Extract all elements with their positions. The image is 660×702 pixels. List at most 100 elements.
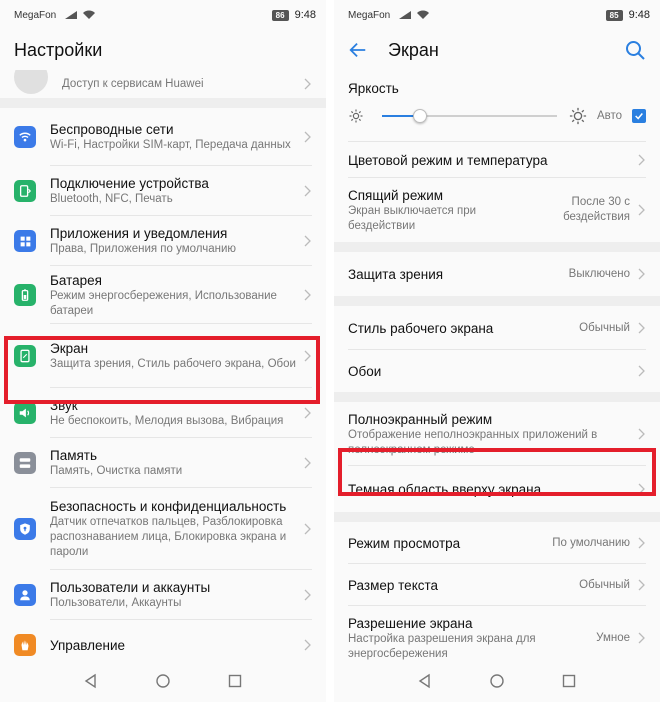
item-title: Безопасность и конфиденциальность bbox=[50, 499, 287, 514]
settings-item-management[interactable]: Управление bbox=[0, 620, 326, 660]
security-icon bbox=[14, 518, 36, 540]
chevron-right-icon bbox=[304, 523, 311, 535]
clock: 9:48 bbox=[294, 9, 316, 21]
item-subtitle: Пользователи, Аккаунты bbox=[50, 597, 182, 609]
item-value: По умолчанию bbox=[552, 536, 630, 549]
battery-icon bbox=[14, 284, 36, 306]
item-title: Режим просмотра bbox=[348, 535, 461, 551]
settings-item-wallpaper[interactable]: Обои bbox=[334, 350, 660, 392]
settings-item-display[interactable]: Экран Защита зрения, Стиль рабочего экран… bbox=[0, 324, 326, 388]
wifi-status-icon bbox=[417, 10, 430, 19]
battery-level: 85 bbox=[605, 9, 623, 21]
item-title: Приложения и уведомления bbox=[50, 226, 228, 241]
item-subtitle: Не беспокоить, Мелодия вызова, Вибрация bbox=[50, 415, 284, 427]
item-value: Выключено bbox=[568, 267, 630, 280]
settings-screen: MegaFon 86 9:48 Настройки Доступ к серви… bbox=[0, 0, 326, 702]
item-title: Темная область вверху экрана bbox=[348, 481, 542, 497]
sound-icon bbox=[14, 402, 36, 424]
chevron-right-icon bbox=[638, 365, 645, 377]
settings-item-sleep[interactable]: Спящий режим Экран выключается при бездей… bbox=[334, 178, 660, 242]
slider-thumb[interactable] bbox=[413, 109, 428, 123]
carrier-label: MegaFon bbox=[348, 9, 391, 21]
avatar bbox=[14, 70, 48, 94]
page-title: Настройки bbox=[14, 39, 103, 60]
navigation-bar bbox=[334, 660, 660, 702]
settings-item-eye-comfort[interactable]: Защита зрения Выключено bbox=[334, 252, 660, 296]
account-subtitle: Доступ к сервисам Huawei bbox=[62, 77, 204, 90]
recents-nav-icon[interactable] bbox=[227, 673, 243, 689]
item-subtitle: Bluetooth, NFC, Печать bbox=[50, 193, 173, 205]
chevron-right-icon bbox=[304, 78, 311, 90]
navigation-bar bbox=[0, 660, 326, 702]
item-title: Полноэкранный режим bbox=[348, 411, 493, 427]
settings-item-apps[interactable]: Приложения и уведомления Права, Приложени… bbox=[0, 216, 326, 266]
settings-item-notch[interactable]: Темная область вверху экрана bbox=[334, 466, 660, 512]
users-icon bbox=[14, 584, 36, 606]
section-separator bbox=[334, 242, 660, 252]
recents-nav-icon[interactable] bbox=[561, 673, 577, 689]
settings-item-resolution[interactable]: Разрешение экрана Настройка разрешения эк… bbox=[334, 606, 660, 660]
home-nav-icon[interactable] bbox=[155, 673, 171, 689]
back-nav-icon[interactable] bbox=[83, 673, 99, 689]
section-separator bbox=[334, 512, 660, 522]
item-subtitle: Защита зрения, Стиль рабочего экрана, Об… bbox=[50, 358, 296, 370]
arrow-left-icon bbox=[349, 42, 366, 58]
section-separator bbox=[0, 98, 326, 108]
settings-item-wireless[interactable]: Беспроводные сети Wi-Fi, Настройки SIM-ка… bbox=[0, 108, 326, 166]
brightness-control: Яркость Авто bbox=[334, 70, 660, 142]
settings-item-battery[interactable]: Батарея Режим энергосбережения, Использов… bbox=[0, 266, 326, 324]
item-value: Умное bbox=[596, 631, 630, 644]
wifi-icon bbox=[14, 126, 36, 148]
item-title: Спящий режим bbox=[348, 187, 444, 203]
chevron-right-icon bbox=[304, 289, 311, 301]
settings-item-view-mode[interactable]: Режим просмотра По умолчанию bbox=[334, 522, 660, 564]
storage-icon bbox=[14, 452, 36, 474]
back-nav-icon[interactable] bbox=[417, 673, 433, 689]
settings-item-color-mode[interactable]: Цветовой режим и температура bbox=[334, 142, 660, 178]
section-separator bbox=[334, 392, 660, 402]
chevron-right-icon bbox=[638, 268, 645, 280]
item-subtitle: Права, Приложения по умолчанию bbox=[50, 243, 237, 255]
display-settings-screen: MegaFon 85 9:48 Экран Яркость Авто Цвето… bbox=[334, 0, 660, 702]
apps-icon bbox=[14, 230, 36, 252]
battery-level: 86 bbox=[271, 9, 289, 21]
settings-list[interactable]: Доступ к сервисам Huawei Беспроводные се… bbox=[0, 70, 326, 660]
chevron-right-icon bbox=[638, 579, 645, 591]
settings-item-security[interactable]: Безопасность и конфиденциальность Датчик … bbox=[0, 488, 326, 570]
home-nav-icon[interactable] bbox=[489, 673, 505, 689]
brightness-title: Яркость bbox=[348, 81, 399, 96]
settings-item-users[interactable]: Пользователи и аккаунты Пользователи, Акк… bbox=[0, 570, 326, 620]
item-title: Цветовой режим и температура bbox=[348, 152, 548, 168]
item-title: Пользователи и аккаунты bbox=[50, 580, 211, 595]
hand-icon bbox=[14, 634, 36, 656]
item-subtitle: Отображение неполноэкранных приложений в… bbox=[348, 428, 598, 456]
settings-item-storage[interactable]: Память Память, Очистка памяти bbox=[0, 438, 326, 488]
settings-item-device-connection[interactable]: Подключение устройства Bluetooth, NFC, Пе… bbox=[0, 166, 326, 216]
item-title: Беспроводные сети bbox=[50, 122, 174, 137]
item-title: Экран bbox=[50, 341, 89, 356]
chevron-right-icon bbox=[638, 204, 645, 216]
section-separator bbox=[334, 296, 660, 306]
item-title: Память bbox=[50, 448, 98, 463]
item-title: Подключение устройства bbox=[50, 176, 209, 191]
settings-item-fullscreen[interactable]: Полноэкранный режим Отображение неполноэк… bbox=[334, 402, 660, 466]
item-subtitle: Экран выключается при бездействии bbox=[348, 204, 477, 232]
search-icon[interactable] bbox=[624, 39, 646, 61]
brightness-slider[interactable] bbox=[382, 109, 557, 123]
item-title: Разрешение экрана bbox=[348, 615, 473, 631]
device-connection-icon bbox=[14, 180, 36, 202]
status-bar: MegaFon 85 9:48 bbox=[334, 0, 660, 30]
chevron-right-icon bbox=[304, 457, 311, 469]
sun-large-icon bbox=[569, 107, 587, 125]
settings-item-home-style[interactable]: Стиль рабочего экрана Обычный bbox=[334, 306, 660, 350]
chevron-right-icon bbox=[304, 639, 311, 651]
chevron-right-icon bbox=[304, 235, 311, 247]
account-row[interactable]: Доступ к сервисам Huawei bbox=[0, 70, 326, 98]
display-settings-list[interactable]: Яркость Авто Цветовой режим и температур… bbox=[334, 70, 660, 660]
settings-item-sound[interactable]: Звук Не беспокоить, Мелодия вызова, Вибра… bbox=[0, 388, 326, 438]
item-title: Обои bbox=[348, 363, 382, 379]
back-button[interactable] bbox=[348, 39, 370, 61]
auto-brightness-checkbox[interactable] bbox=[632, 109, 646, 123]
settings-item-text-size[interactable]: Размер текста Обычный bbox=[334, 564, 660, 606]
signal-icon bbox=[65, 11, 78, 19]
